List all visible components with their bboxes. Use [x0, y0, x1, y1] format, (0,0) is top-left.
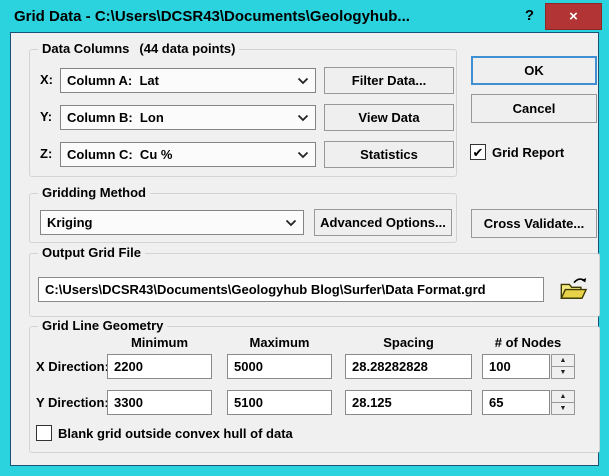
grid-line-geometry-legend: Grid Line Geometry [38, 318, 168, 333]
x-nodes-stepper: ▲ ▼ [551, 354, 575, 379]
x-direction-label: X Direction: [36, 359, 109, 374]
x-minimum-input[interactable] [107, 354, 212, 379]
check-icon: ✔ [472, 144, 484, 160]
x-nodes-input[interactable] [482, 354, 550, 379]
browse-button[interactable] [558, 276, 590, 303]
maximum-header: Maximum [249, 335, 310, 350]
grid-line-geometry-group: Grid Line Geometry Minimum Maximum Spaci… [29, 318, 600, 453]
z-column-select[interactable]: Column C: Cu % [60, 142, 316, 167]
chevron-down-icon [285, 219, 297, 226]
z-column-value: Column C: Cu % [67, 147, 173, 162]
z-column-label: Z: [40, 146, 53, 161]
data-columns-group: Data Columns (44 data points) X: Column A… [29, 41, 457, 177]
x-column-value: Column A: Lat [67, 73, 159, 88]
gridding-method-legend: Gridding Method [38, 185, 150, 200]
spin-down-button[interactable]: ▼ [551, 366, 575, 379]
checkbox-box [36, 425, 52, 441]
y-minimum-input[interactable] [107, 390, 212, 415]
data-columns-title: Data Columns [42, 41, 130, 56]
arrow-down-icon: ▼ [559, 405, 567, 412]
chevron-down-icon [297, 77, 309, 84]
output-grid-file-group: Output Grid File [29, 245, 600, 317]
data-points-count: (44 data points) [139, 41, 236, 56]
grid-data-dialog: Grid Data - C:\Users\DCSR43\Documents\Ge… [0, 0, 609, 476]
y-spacing-input[interactable] [345, 390, 472, 415]
checkbox-box: ✔ [470, 144, 486, 160]
arrow-down-icon: ▼ [559, 369, 567, 376]
y-column-label: Y: [40, 109, 53, 124]
x-column-select[interactable]: Column A: Lat [60, 68, 316, 93]
close-icon: × [569, 8, 578, 25]
gridding-method-group: Gridding Method Kriging Advanced Options… [29, 185, 457, 243]
y-nodes-stepper: ▲ ▼ [551, 390, 575, 415]
minimum-header: Minimum [130, 335, 189, 350]
advanced-options-button[interactable]: Advanced Options... [314, 209, 452, 236]
dialog-body: Data Columns (44 data points) X: Column A… [10, 32, 600, 466]
data-columns-legend: Data Columns (44 data points) [38, 41, 240, 56]
cross-validate-button[interactable]: Cross Validate... [471, 209, 597, 238]
ok-button[interactable]: OK [471, 56, 597, 85]
output-grid-file-input[interactable] [38, 277, 544, 302]
spacing-header: Spacing [383, 335, 434, 350]
y-direction-label: Y Direction: [36, 395, 109, 410]
close-button[interactable]: × [545, 3, 602, 30]
blank-hull-label: Blank grid outside convex hull of data [58, 425, 293, 441]
title-bar[interactable]: Grid Data - C:\Users\DCSR43\Documents\Ge… [0, 0, 609, 32]
help-button[interactable]: ? [525, 0, 534, 32]
cancel-button[interactable]: Cancel [471, 94, 597, 123]
gridding-method-select[interactable]: Kriging [40, 210, 304, 235]
spin-up-button[interactable]: ▲ [551, 354, 575, 366]
x-spacing-input[interactable] [345, 354, 472, 379]
grid-report-label: Grid Report [492, 144, 565, 160]
arrow-up-icon: ▲ [559, 393, 567, 400]
blank-hull-checkbox[interactable]: Blank grid outside convex hull of data [36, 425, 293, 441]
gridding-method-value: Kriging [47, 215, 93, 230]
x-column-label: X: [40, 72, 53, 87]
statistics-button[interactable]: Statistics [324, 141, 454, 168]
y-column-value: Column B: Lon [67, 110, 164, 125]
y-column-select[interactable]: Column B: Lon [60, 105, 316, 130]
spin-down-button[interactable]: ▼ [551, 402, 575, 415]
y-maximum-input[interactable] [227, 390, 332, 415]
chevron-down-icon [297, 151, 309, 158]
chevron-down-icon [297, 114, 309, 121]
spin-up-button[interactable]: ▲ [551, 390, 575, 402]
arrow-up-icon: ▲ [559, 357, 567, 364]
grid-report-checkbox[interactable]: ✔ Grid Report [470, 144, 564, 160]
open-folder-icon [560, 278, 588, 299]
output-grid-file-legend: Output Grid File [38, 245, 145, 260]
view-data-button[interactable]: View Data [324, 104, 454, 131]
x-maximum-input[interactable] [227, 354, 332, 379]
y-nodes-input[interactable] [482, 390, 550, 415]
nodes-header: # of Nodes [494, 335, 562, 350]
filter-data-button[interactable]: Filter Data... [324, 67, 454, 94]
window-title: Grid Data - C:\Users\DCSR43\Documents\Ge… [14, 8, 410, 25]
